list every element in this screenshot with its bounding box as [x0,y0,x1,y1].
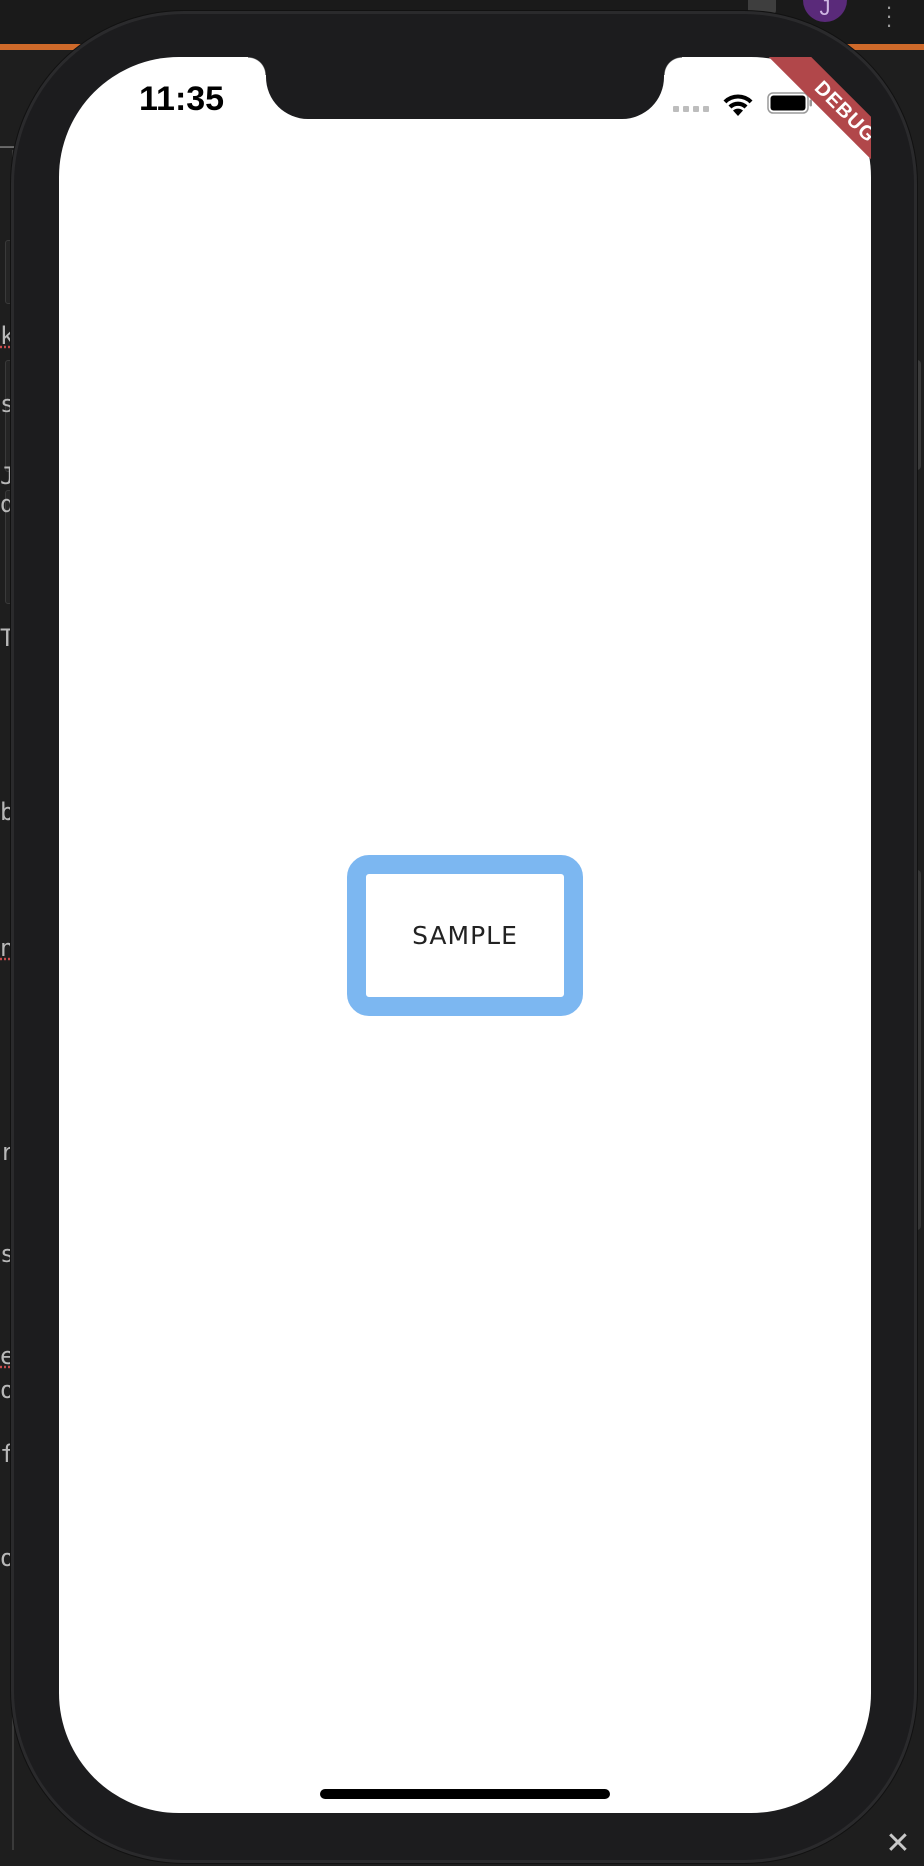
close-icon[interactable]: ✕ [880,1826,916,1862]
device-notch [248,57,682,119]
avatar-letter: J [819,0,831,20]
sample-box: SAMPLE [347,855,583,1016]
more-options-icon[interactable]: · · · [884,0,894,36]
debug-banner: DEBUG [744,57,871,184]
debug-label: DEBUG [767,57,871,184]
status-bar-time: 11:35 [139,80,225,118]
sample-label: SAMPLE [412,921,518,950]
editor-text-fragment: s [0,390,15,418]
editor-text-fragment: d [0,490,15,518]
editor-text-fragment: _ [0,120,15,148]
editor-text-fragment: n [0,934,15,962]
editor-text-fragment: e [0,1342,15,1370]
scrollbar-thumb[interactable] [913,360,921,470]
cellular-signal-icon [673,106,709,112]
editor-text-fragment: b [0,798,15,826]
scrollbar-thumb[interactable] [913,870,921,1230]
editor-text-fragment: s [0,1240,15,1268]
screen-root: _ kl s J. d TH b n ry s e on ffl o/ J ··… [0,0,924,1866]
home-indicator[interactable] [320,1789,610,1799]
